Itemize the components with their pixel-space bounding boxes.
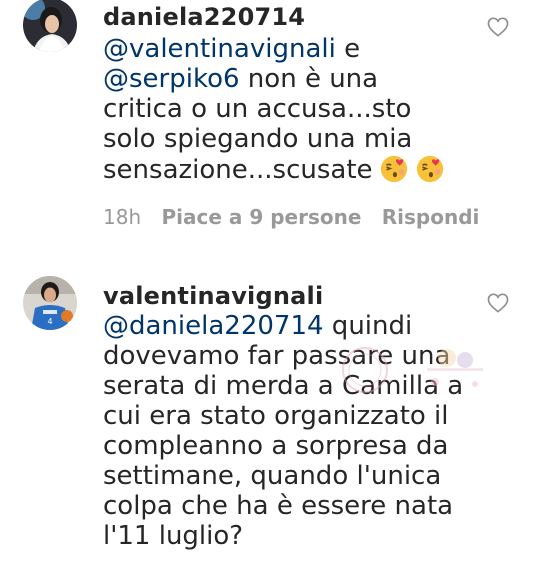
comment-line: critica o un accusa...sto (103, 94, 412, 124)
comment-timestamp: 18h (103, 205, 142, 229)
mention-link[interactable]: @serpiko6 (103, 64, 240, 94)
comment-line: colpa che ha è essere nata (103, 491, 454, 521)
kissing-face-with-heart-emoji (380, 155, 407, 183)
comment-item: 4 valentinavignali @daniela220714 quindi… (0, 270, 540, 574)
comment-item: daniela220714 @valentinavignali e @serpi… (0, 0, 540, 250)
comment-line: settimane, quando l'unica (103, 461, 442, 491)
avatar-photo-icon (23, 0, 77, 52)
comment-line: solo spiegando una mia (103, 124, 413, 154)
comment-line: l'11 luglio? (103, 521, 244, 551)
comment-line-text: non è una (239, 64, 379, 94)
comment-line: dovevamo far passare una (103, 341, 451, 371)
reply-button[interactable]: Rispondi (382, 205, 480, 229)
comment-line: sensazione...scusate (103, 154, 523, 185)
comment-line: compleanno a sorpresa da (103, 431, 449, 461)
comment-line-text: sensazione...scusate (103, 155, 373, 185)
comment-line-text: e (335, 34, 361, 64)
avatar[interactable]: 4 (23, 276, 77, 330)
comment-line: @serpiko6 non è una (103, 64, 523, 94)
comment-line: cui era stato organizzato il (103, 401, 449, 431)
comment-line: serata di merda a Camilla a (103, 371, 464, 401)
mention-link[interactable]: @valentinavignali (103, 34, 336, 64)
comment-username[interactable]: valentinavignali (103, 282, 323, 310)
comment-line: @valentinavignali e (103, 34, 523, 64)
mention-link[interactable]: @daniela220714 (103, 311, 324, 341)
comment-meta: 18h Piace a 9 persone Rispondi (103, 205, 479, 229)
comment-line: @daniela220714 quindi (103, 311, 523, 341)
like-heart-icon[interactable] (487, 293, 509, 313)
kissing-face-with-heart-emoji (416, 155, 443, 183)
avatar[interactable] (23, 0, 77, 52)
comment-username[interactable]: daniela220714 (103, 3, 305, 31)
avatar-photo-icon: 4 (23, 276, 77, 330)
comment-line-text: quindi (323, 311, 413, 341)
comment-text: @daniela220714 quindi dovevamo far passa… (103, 311, 523, 551)
svg-text:4: 4 (47, 317, 52, 326)
likes-count-link[interactable]: Piace a 9 persone (161, 205, 361, 229)
comment-text: @valentinavignali e @serpiko6 non è una … (103, 34, 523, 185)
